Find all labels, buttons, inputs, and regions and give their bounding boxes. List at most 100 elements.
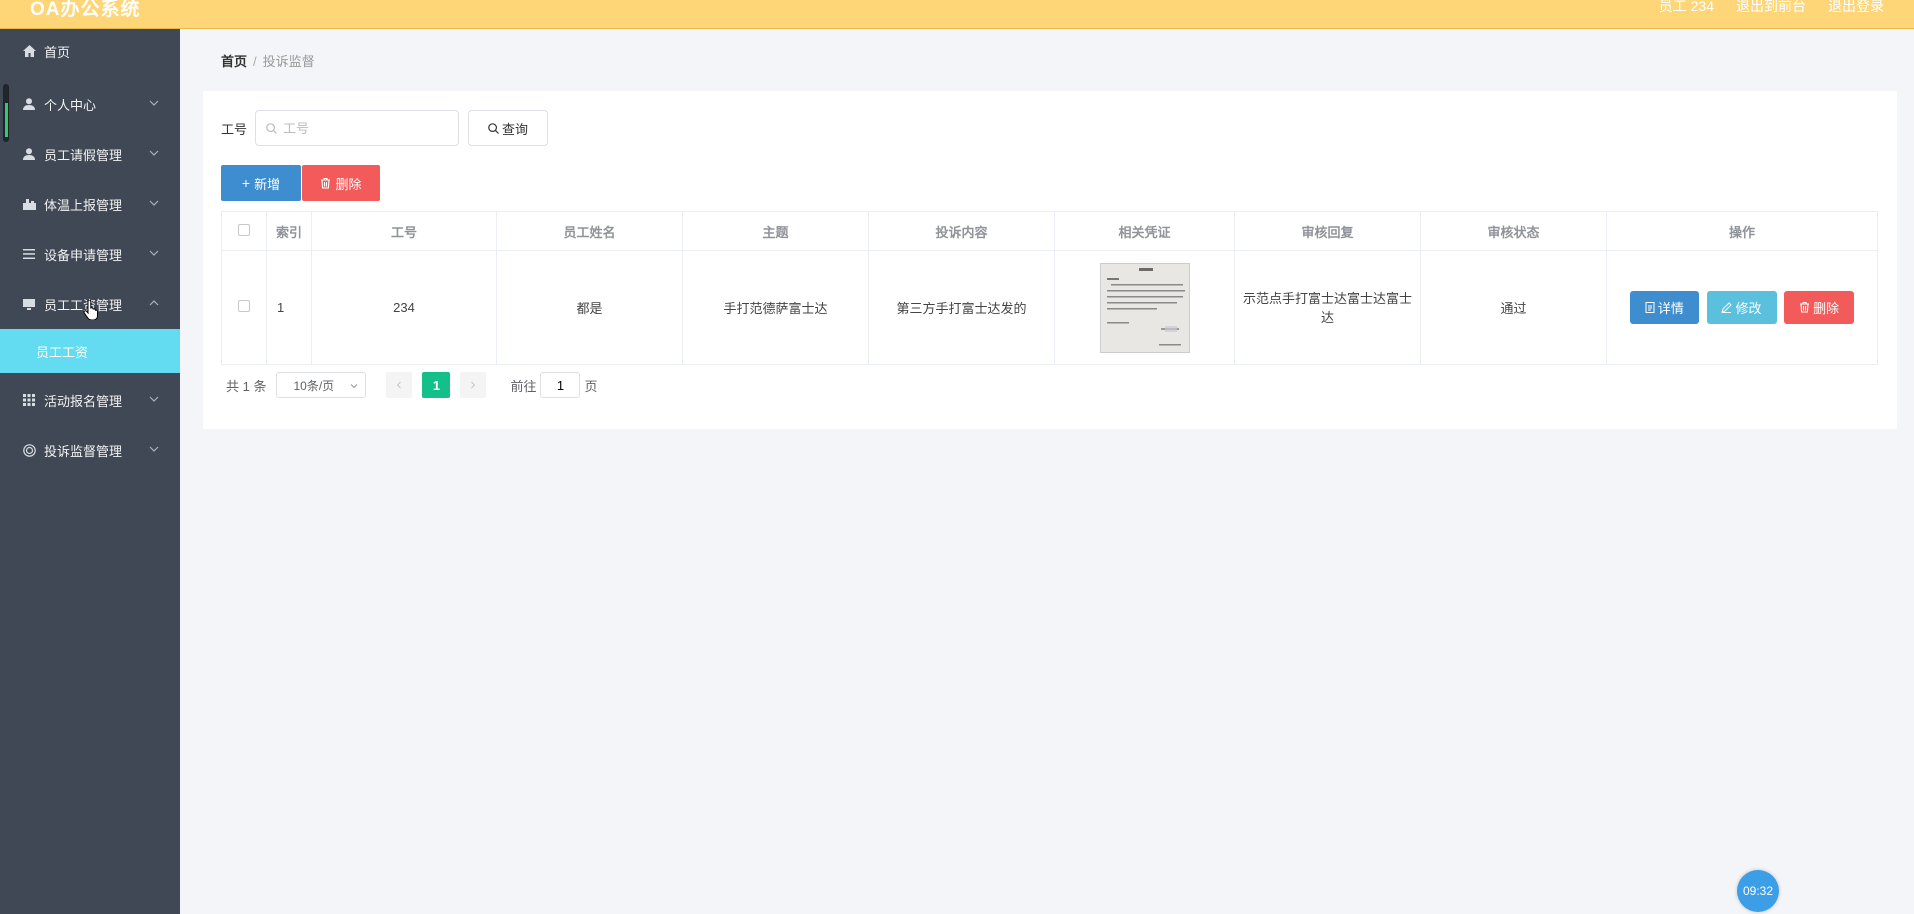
goto-page-input[interactable]: [545, 377, 576, 393]
edit-button-label: 修改: [1735, 301, 1762, 317]
document-image-icon: [1100, 263, 1189, 352]
column-header-evidence: 相关凭证: [1054, 211, 1235, 251]
cell-subject: 手打范德萨富士达: [682, 250, 869, 365]
sidebar-item-leave[interactable]: 员工请假管理: [0, 129, 180, 179]
sidebar-item-personal-center[interactable]: 个人中心: [0, 79, 180, 129]
cell-content: 第三方手打富士达发的: [868, 250, 1055, 365]
main-content: 首页 / 投诉监督 工号 查询 + 新增 删除: [180, 29, 1914, 914]
sidebar-subitem-salary[interactable]: 员工工资: [0, 329, 180, 373]
sidebar-item-temperature[interactable]: 体温上报管理: [0, 179, 180, 229]
delete-button[interactable]: 删除: [1784, 290, 1855, 324]
search-row: 工号 查询: [221, 110, 549, 146]
monitor-icon: [22, 297, 36, 311]
target-icon: [22, 443, 36, 457]
column-header-status: 审核状态: [1420, 211, 1607, 251]
grid-icon: [22, 393, 36, 407]
goto-unit: 页: [584, 378, 598, 394]
content-card: 工号 查询 + 新增 删除 索引: [203, 91, 1897, 429]
sidebar-item-label: 设备申请管理: [44, 247, 123, 263]
table-header-row: 索引 工号 员工姓名 主题 投诉内容 相关凭证 审核回复 审核状态 操作: [221, 211, 1878, 251]
detail-button[interactable]: 详情: [1629, 291, 1699, 325]
batch-delete-button[interactable]: 删除: [302, 165, 380, 201]
home-icon: [22, 44, 36, 58]
list-icon: [22, 247, 36, 261]
chevron-down-icon: [351, 384, 358, 389]
column-header-reply: 审核回复: [1234, 211, 1421, 251]
cell-reply: 示范点手打富士达富士达富士达: [1234, 250, 1421, 365]
column-header-index: 索引: [266, 211, 312, 251]
delete-button-label: 删除: [1813, 300, 1840, 316]
edit-icon: [1721, 302, 1733, 314]
breadcrumb: 首页 / 投诉监督: [221, 51, 315, 70]
user-icon: [22, 147, 36, 161]
sidebar-item-label: 首页: [44, 44, 71, 60]
search-icon: [266, 122, 277, 134]
edit-button[interactable]: 修改: [1706, 291, 1777, 325]
page-size-value: 10条/页: [293, 378, 335, 393]
top-header: OA办公系统 员工 234 退出到前台 退出登录: [0, 0, 1914, 29]
prev-page-button[interactable]: [386, 372, 413, 398]
sidebar-item-activity[interactable]: 活动报名管理: [0, 375, 180, 425]
sidebar-item-label: 个人中心: [44, 97, 97, 113]
pagination: 共 1 条 10条/页 1 前往 页: [226, 372, 598, 398]
pagination-total: 共 1 条: [226, 378, 267, 394]
trash-icon: [1800, 302, 1810, 313]
batch-delete-label: 删除: [335, 176, 362, 192]
chevron-down-icon: [149, 250, 159, 256]
add-button-label: 新增: [254, 176, 281, 192]
query-button-label: 查询: [502, 121, 529, 137]
select-all-cell: [221, 211, 267, 251]
cell-name: 都是: [496, 250, 683, 365]
column-header-emp-no: 工号: [311, 211, 497, 251]
search-icon: [488, 122, 499, 134]
cell-emp-no: 234: [311, 250, 497, 365]
action-row: + 新增 删除: [221, 165, 380, 201]
chevron-up-icon: [149, 300, 159, 306]
breadcrumb-current: 投诉监督: [262, 54, 315, 69]
sidebar: 首页 个人中心 员工请假管理 体温上报管理 设备申请管理 员工工资管理 员工工资…: [0, 29, 180, 914]
breadcrumb-home[interactable]: 首页: [221, 54, 247, 69]
page-number-1[interactable]: 1: [422, 372, 451, 398]
chevron-left-icon: [397, 381, 402, 389]
chevron-down-icon: [149, 200, 159, 206]
next-page-button[interactable]: [460, 372, 487, 398]
back-to-frontend-link[interactable]: 退出到前台: [1736, 0, 1806, 16]
mouse-cursor-icon: [83, 300, 98, 320]
user-icon: [22, 97, 36, 111]
chevron-down-icon: [149, 446, 159, 452]
trash-icon: [321, 177, 331, 189]
logout-link[interactable]: 退出登录: [1828, 0, 1884, 16]
sidebar-item-home[interactable]: 首页: [0, 29, 180, 73]
chevron-down-icon: [149, 100, 159, 106]
sidebar-item-device[interactable]: 设备申请管理: [0, 229, 180, 279]
row-select-cell: [221, 250, 267, 365]
cell-index: 1: [266, 250, 312, 365]
evidence-thumbnail[interactable]: [1099, 262, 1190, 353]
floating-clock[interactable]: 09:32: [1737, 870, 1779, 912]
sidebar-subitem-label: 员工工资: [36, 344, 89, 360]
goto-input-wrapper: [540, 372, 581, 398]
add-button[interactable]: + 新增: [221, 165, 301, 201]
query-button[interactable]: 查询: [468, 110, 549, 146]
page-size-select[interactable]: 10条/页: [276, 372, 367, 398]
column-header-content: 投诉内容: [868, 211, 1055, 251]
chevron-down-icon: [149, 396, 159, 402]
clock-time: 09:32: [1742, 884, 1774, 898]
column-header-name: 员工姓名: [496, 211, 683, 251]
sidebar-item-label: 活动报名管理: [44, 393, 123, 409]
cell-evidence: [1054, 250, 1235, 365]
complaint-table: 索引 工号 员工姓名 主题 投诉内容 相关凭证 审核回复 审核状态 操作 1 2…: [221, 211, 1878, 365]
select-all-checkbox[interactable]: [238, 223, 250, 236]
header-user-links: 员工 234 退出到前台 退出登录: [1659, 0, 1884, 16]
sidebar-item-complaint[interactable]: 投诉监督管理: [0, 425, 180, 475]
column-header-subject: 主题: [682, 211, 869, 251]
cell-actions: 详情 修改 删除: [1606, 250, 1878, 365]
column-header-actions: 操作: [1606, 211, 1878, 251]
goto-label: 前往: [510, 378, 537, 394]
search-input[interactable]: [283, 120, 454, 136]
row-checkbox[interactable]: [238, 300, 250, 312]
search-label: 工号: [221, 121, 248, 137]
current-user-label: 员工 234: [1658, 0, 1714, 14]
table-row: 1 234 都是 手打范德萨富士达 第三方手打富士达发的 示范点手打富士达富士达…: [221, 250, 1878, 365]
chevron-down-icon: [149, 150, 159, 156]
